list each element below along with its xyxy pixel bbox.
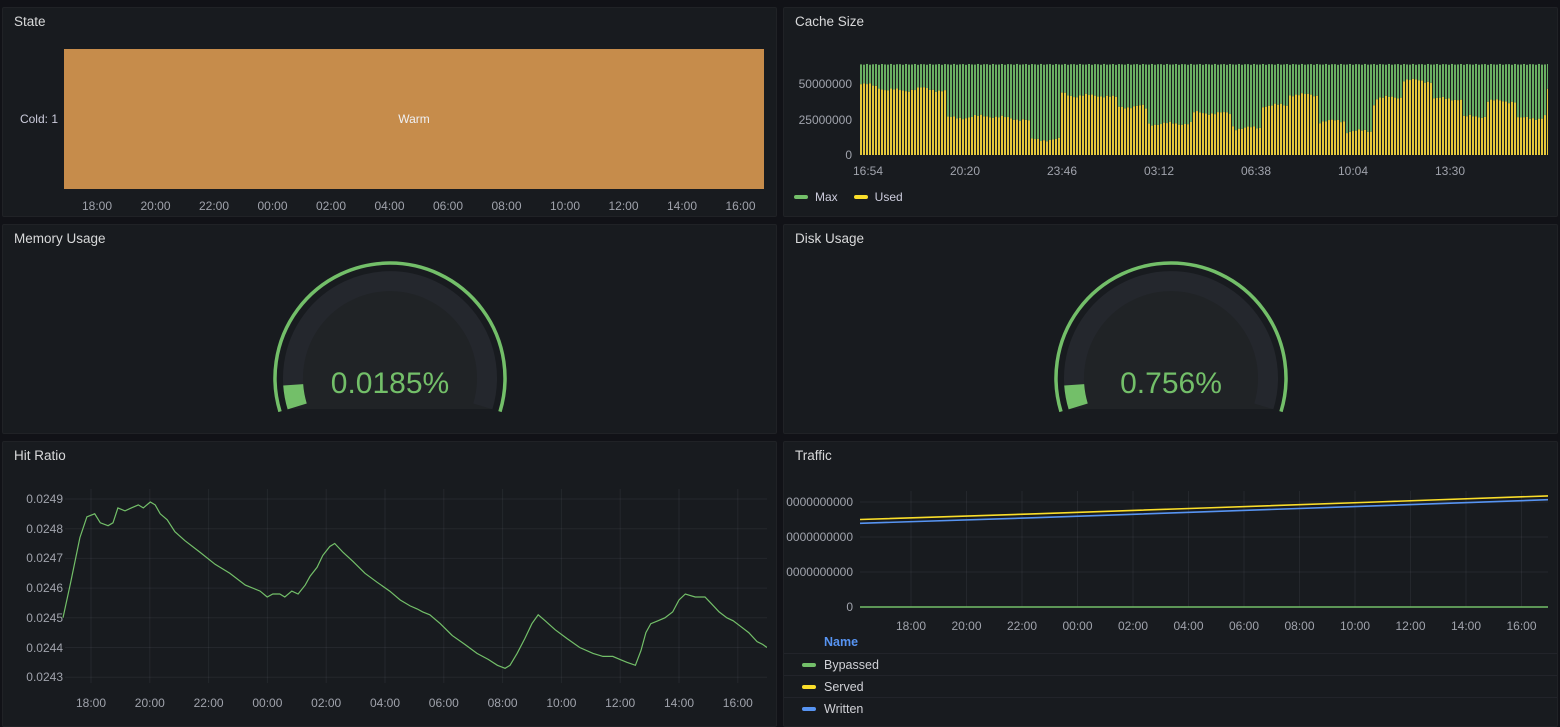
x-tick-label: 06:38: [1241, 164, 1271, 178]
gauge-svg: 0.0185%: [260, 248, 520, 434]
x-tick-label: 10:04: [1338, 164, 1368, 178]
written-series-swatch-icon: [802, 707, 816, 711]
x-tick-label: 23:46: [1047, 164, 1077, 178]
x-tick-label: 20:00: [135, 696, 165, 710]
x-tick-label: 00:00: [252, 696, 282, 710]
hit-ratio-line: [59, 471, 767, 691]
x-tick-label: 12:00: [605, 696, 635, 710]
y-tick-label: 0: [846, 600, 853, 614]
x-tick-label: 22:00: [199, 199, 229, 213]
served-series-swatch-icon: [802, 685, 816, 689]
gauge-value: 0.756%: [1120, 367, 1222, 400]
disk-usage-gauge: 0.756%: [784, 253, 1557, 433]
panel-memory-usage: Memory Usage 0.0185%: [2, 224, 777, 434]
legend-label: Bypassed: [824, 658, 879, 672]
y-tick-label: 40000000000: [786, 530, 853, 544]
state-segment-warm[interactable]: Warm: [64, 49, 764, 189]
x-tick-label: 02:00: [316, 199, 346, 213]
panel-title-hit-ratio[interactable]: Hit Ratio: [3, 442, 776, 470]
legend-label: Used: [875, 190, 903, 204]
legend-label: Written: [824, 702, 863, 716]
y-tick-label: 0.0248: [26, 522, 63, 536]
x-tick-label: 12:00: [608, 199, 638, 213]
x-tick-label: 00:00: [257, 199, 287, 213]
panel-title-state[interactable]: State: [3, 8, 776, 36]
legend-item-served[interactable]: Served: [784, 675, 1557, 697]
y-tick-label: 0.0249: [26, 492, 63, 506]
legend-item-used[interactable]: Used: [854, 190, 903, 204]
x-tick-label: 16:00: [725, 199, 755, 213]
panel-traffic: Traffic 0 20000000000 40000000000 600000000…: [783, 441, 1558, 727]
traffic-y-axis: 0 20000000000 40000000000 60000000000: [786, 470, 853, 620]
x-tick-label: 03:12: [1144, 164, 1174, 178]
panel-title-traffic[interactable]: Traffic: [784, 442, 1557, 470]
y-tick-label: 0.0245: [26, 611, 63, 625]
cache-size-chart[interactable]: 0 25000000 50000000 16:54 20:20 23:46 03:12 06:…: [784, 36, 1557, 216]
x-tick-label: 13:30: [1435, 164, 1465, 178]
x-tick-label: 10:00: [550, 199, 580, 213]
legend-item-written[interactable]: Written: [784, 697, 1557, 719]
used-series-swatch-icon: [854, 195, 868, 199]
x-tick-label: 04:00: [374, 199, 404, 213]
x-tick-label: 04:00: [370, 696, 400, 710]
y-tick-label: 20000000000: [786, 565, 853, 579]
x-tick-label: 18:00: [76, 696, 106, 710]
x-tick-label: 14:00: [664, 696, 694, 710]
y-tick-label: 0.0247: [26, 551, 63, 565]
y-tick-label: 0.0246: [26, 581, 63, 595]
x-tick-label: 08:00: [491, 199, 521, 213]
cache-size-area: [860, 58, 1548, 155]
x-tick-label: 06:00: [429, 696, 459, 710]
y-tick-label: 60000000000: [786, 495, 853, 509]
legend-header-name: Name: [784, 631, 1557, 653]
legend-label: Max: [815, 190, 838, 204]
hit-ratio-chart[interactable]: 0.0249 0.0248 0.0247 0.0246 0.0245 0.0244 0.02…: [3, 470, 776, 726]
x-tick-label: 20:00: [140, 199, 170, 213]
y-tick-label: 0.0243: [26, 670, 63, 684]
panel-hit-ratio: Hit Ratio 0.0249 0.0248 0.0247 0.0246 0.0245…: [2, 441, 777, 727]
gauge-svg: 0.756%: [1041, 248, 1301, 434]
x-tick-label: 16:00: [723, 696, 753, 710]
gauge-value: 0.0185%: [330, 367, 448, 400]
x-tick-label: 16:54: [853, 164, 883, 178]
bypassed-series-swatch-icon: [802, 663, 816, 667]
x-tick-label: 18:00: [82, 199, 112, 213]
x-tick-label: 06:00: [433, 199, 463, 213]
state-row-label: Cold: 1: [8, 112, 58, 126]
traffic-legend-table: Name Bypassed Served Written: [784, 631, 1557, 719]
grafana-dashboard: State Warm Cold: 1 18:00 20:00 22:00 00:00 02:…: [0, 0, 1560, 724]
x-tick-label: 02:00: [311, 696, 341, 710]
memory-usage-gauge: 0.0185%: [3, 253, 776, 433]
y-tick-label: 0: [845, 148, 852, 162]
x-tick-label: 14:00: [667, 199, 697, 213]
x-tick-label: 22:00: [194, 696, 224, 710]
legend-item-bypassed[interactable]: Bypassed: [784, 653, 1557, 675]
x-tick-label: 08:00: [488, 696, 518, 710]
cache-size-legend: Max Used: [794, 190, 903, 204]
y-tick-label: 50000000: [799, 77, 852, 91]
panel-state: State Warm Cold: 1 18:00 20:00 22:00 00:00 02:…: [2, 7, 777, 217]
y-tick-label: 25000000: [799, 113, 852, 127]
state-label: Warm: [398, 112, 430, 126]
panel-title-cache-size[interactable]: Cache Size: [784, 8, 1557, 36]
max-series-swatch-icon: [794, 195, 808, 199]
legend-item-max[interactable]: Max: [794, 190, 838, 204]
state-timeline-chart[interactable]: Warm Cold: 1 18:00 20:00 22:00 00:00 02:00 04:0…: [3, 36, 776, 216]
panel-disk-usage: Disk Usage 0.756%: [783, 224, 1558, 434]
panel-cache-size: Cache Size 0 25000000 50000000 16:54 20:20 23…: [783, 7, 1558, 217]
y-tick-label: 0.0244: [26, 641, 63, 655]
cache-y-axis: 0 25000000 50000000: [786, 36, 852, 166]
x-tick-label: 20:20: [950, 164, 980, 178]
legend-label: Served: [824, 680, 864, 694]
hit-ratio-y-axis: 0.0249 0.0248 0.0247 0.0246 0.0245 0.0244 0.02…: [5, 470, 63, 700]
x-tick-label: 10:00: [546, 696, 576, 710]
traffic-lines: [860, 481, 1548, 611]
